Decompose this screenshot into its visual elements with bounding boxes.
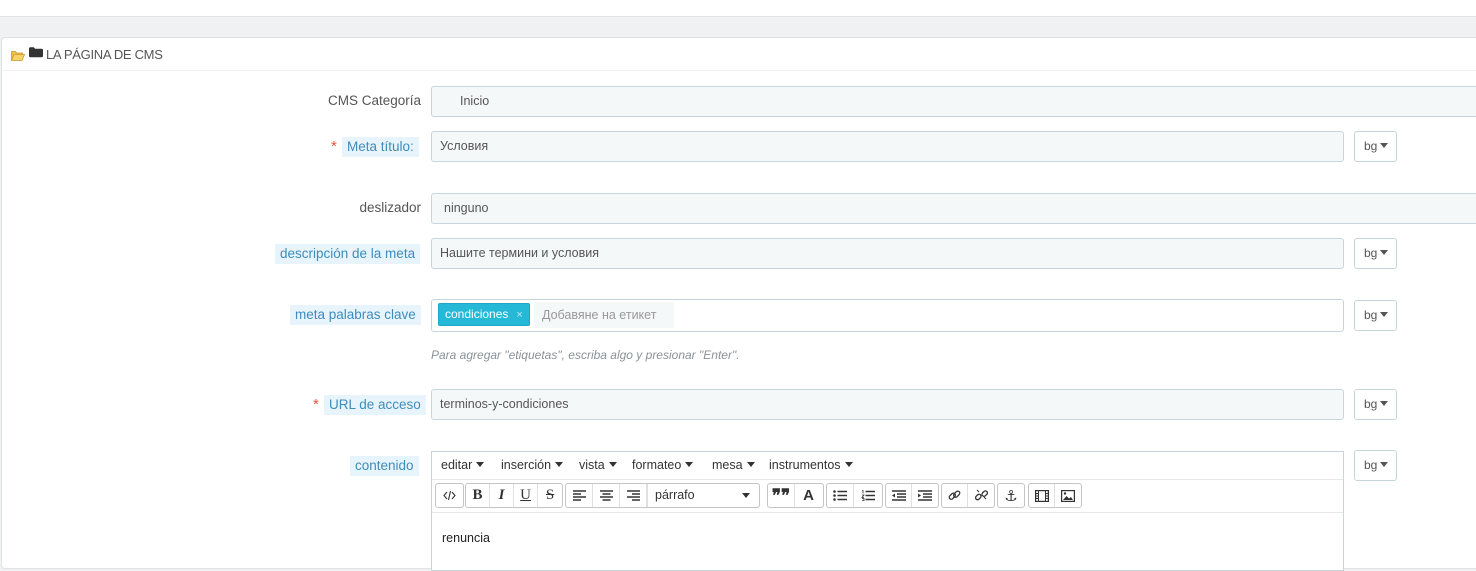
indent-icon[interactable] (912, 484, 938, 507)
numbered-list-icon[interactable] (854, 484, 881, 507)
menu-label: vista (579, 458, 605, 472)
url-label: URL de acceso (324, 395, 426, 415)
content-label: contenido (350, 456, 419, 476)
format-select-value: párrafo (655, 488, 695, 502)
lang-code: bg (1364, 139, 1378, 153)
editor-menubar: editar inserción vista formateo mesa ins… (432, 452, 1343, 480)
slider-label: deslizador (359, 200, 421, 215)
url-input[interactable]: terminos-y-condiciones (431, 389, 1344, 420)
tag-chip: condiciones × (438, 303, 530, 326)
meta-keywords-tag-input[interactable]: condiciones × Добавяне на етикет (431, 299, 1344, 332)
underline-icon[interactable]: U (514, 484, 539, 507)
editor-body-text[interactable]: renuncia (442, 531, 490, 545)
meta-description-label: descripción de la meta (275, 244, 421, 264)
caret-down-icon (844, 462, 853, 468)
menu-label: instrumentos (769, 458, 841, 472)
meta-description-input[interactable]: Нашите термини и условия (431, 238, 1344, 269)
outdent-icon[interactable] (886, 484, 913, 507)
rich-text-editor: editar inserción vista formateo mesa ins… (431, 451, 1344, 571)
panel-heading: LA PÁGINA DE CMS (2, 38, 1476, 71)
meta-keywords-lang-button[interactable]: bg (1354, 300, 1397, 331)
menu-label: inserción (501, 458, 552, 472)
content-lang-button[interactable]: bg (1354, 450, 1397, 481)
toolbar-group-text-style: B I U S (465, 483, 563, 508)
add-tag-input[interactable]: Добавяне на етикет (534, 302, 674, 328)
toolbar-group-indent (885, 483, 939, 508)
toolbar-group-code (435, 483, 464, 508)
link-icon[interactable] (942, 484, 969, 507)
menu-table[interactable]: mesa (712, 458, 755, 472)
folder-icon (29, 46, 43, 61)
panel-title: LA PÁGINA DE CMS (46, 47, 163, 62)
menu-label: editar (441, 458, 473, 472)
toolbar-group-media (1028, 483, 1082, 508)
caret-down-icon (476, 462, 485, 468)
meta-title-lang-button[interactable]: bg (1354, 131, 1397, 162)
italic-icon[interactable]: I (490, 484, 515, 507)
folder-open-icon (10, 49, 26, 64)
slider-select[interactable]: ninguno (431, 193, 1476, 224)
blockquote-icon[interactable]: ❞❞ (768, 484, 795, 507)
caret-down-icon (1380, 312, 1389, 318)
align-left-icon[interactable] (566, 484, 593, 507)
bullet-list-icon[interactable] (827, 484, 854, 507)
caret-down-icon (1380, 250, 1389, 256)
code-icon[interactable] (436, 484, 463, 507)
toolbar-group-align: párrafo (565, 483, 760, 508)
align-right-icon[interactable] (620, 484, 647, 507)
anchor-icon[interactable]: ⚓ (998, 484, 1024, 507)
cms-category-label: CMS Categoría (327, 93, 421, 108)
menu-insert[interactable]: inserción (501, 458, 564, 472)
caret-down-icon (555, 462, 564, 468)
meta-title-input[interactable]: Условия (431, 131, 1344, 162)
meta-keywords-label: meta palabras clave (290, 305, 421, 325)
caret-down-icon (746, 462, 755, 468)
unlink-icon[interactable] (968, 484, 994, 507)
menu-label: formateo (632, 458, 682, 472)
align-center-icon[interactable] (593, 484, 620, 507)
menu-view[interactable]: vista (579, 458, 617, 472)
editor-toolbar: B I U S párrafo ❞❞ A ⚓ (432, 480, 1343, 513)
remove-tag-icon[interactable]: × (516, 309, 522, 321)
required-marker: * (331, 138, 337, 155)
caret-down-icon (685, 462, 694, 468)
strikethrough-icon[interactable]: S (538, 484, 562, 507)
top-bar (0, 0, 1476, 17)
lang-code: bg (1364, 246, 1378, 260)
caret-down-icon (1380, 462, 1389, 468)
meta-description-lang-button[interactable]: bg (1354, 238, 1397, 269)
cms-category-select[interactable]: Inicio (431, 86, 1476, 117)
menu-label: mesa (712, 458, 743, 472)
lang-code: bg (1364, 397, 1378, 411)
toolbar-group-lists (826, 483, 883, 508)
menu-tools[interactable]: instrumentos (769, 458, 853, 472)
tag-text: condiciones (445, 307, 509, 321)
toolbar-group-quote: ❞❞ A (767, 483, 824, 508)
toolbar-group-anchor: ⚓ (997, 483, 1025, 508)
menu-edit[interactable]: editar (441, 458, 485, 472)
format-select[interactable]: párrafo (647, 484, 758, 507)
caret-down-icon (608, 462, 617, 468)
media-icon[interactable] (1029, 484, 1056, 507)
image-icon[interactable] (1055, 484, 1081, 507)
toolbar-group-links (941, 483, 995, 508)
text-color-icon[interactable]: A (795, 484, 822, 507)
url-lang-button[interactable]: bg (1354, 389, 1397, 420)
menu-format[interactable]: formateo (632, 458, 694, 472)
caret-down-icon (1380, 143, 1389, 149)
meta-title-label: Meta título: (342, 137, 419, 157)
required-marker: * (313, 396, 319, 413)
tags-help-text: Para agregar "etiquetas", escriba algo y… (431, 348, 740, 362)
lang-code: bg (1364, 308, 1378, 322)
caret-down-icon (1380, 401, 1389, 407)
lang-code: bg (1364, 458, 1378, 472)
caret-down-icon (742, 493, 750, 498)
bold-icon[interactable]: B (466, 484, 491, 507)
